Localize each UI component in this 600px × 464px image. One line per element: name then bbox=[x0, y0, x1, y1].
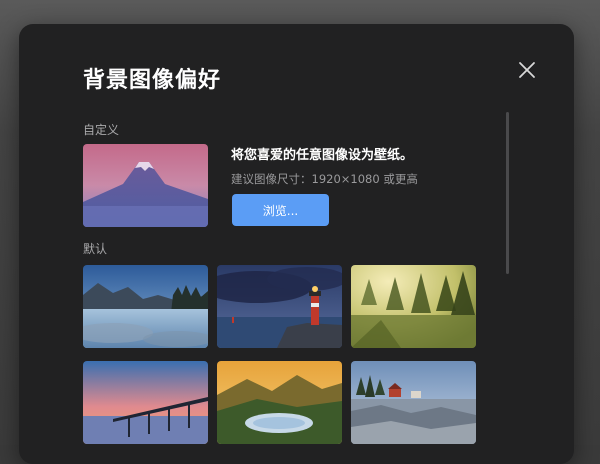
wallpaper-thumbnail-valley-lake[interactable] bbox=[217, 361, 342, 444]
custom-wallpaper-preview[interactable] bbox=[83, 144, 208, 227]
custom-headline: 将您喜爱的任意图像设为壁纸。 bbox=[231, 148, 414, 163]
wallpaper-thumbnail-misty-forest[interactable] bbox=[351, 265, 476, 348]
custom-size-hint: 建议图像尺寸：1920×1080 或更高 bbox=[231, 172, 418, 186]
default-section-label: 默认 bbox=[83, 242, 108, 256]
close-icon bbox=[519, 62, 535, 78]
wallpaper-thumbnail-rocky-shore-village[interactable] bbox=[351, 361, 476, 444]
wallpaper-thumbnail-pier-sunset[interactable] bbox=[83, 361, 208, 444]
browse-button[interactable]: 浏览... bbox=[232, 194, 329, 226]
custom-description: 将您喜爱的任意图像设为壁纸。 建议图像尺寸：1920×1080 或更高 bbox=[231, 144, 418, 187]
background-preference-dialog: 背景图像偏好 自定义 将您喜爱的任意图像设为壁纸。 建议图像尺寸：1920×10… bbox=[19, 24, 574, 464]
dialog-title: 背景图像偏好 bbox=[83, 68, 222, 93]
wallpaper-thumbnail-lighthouse-night[interactable] bbox=[217, 265, 342, 348]
custom-section-label: 自定义 bbox=[83, 123, 120, 137]
scrollbar-thumb[interactable] bbox=[506, 112, 509, 274]
close-button[interactable] bbox=[516, 59, 538, 81]
wallpaper-thumbnail-lake-mountains[interactable] bbox=[83, 265, 208, 348]
